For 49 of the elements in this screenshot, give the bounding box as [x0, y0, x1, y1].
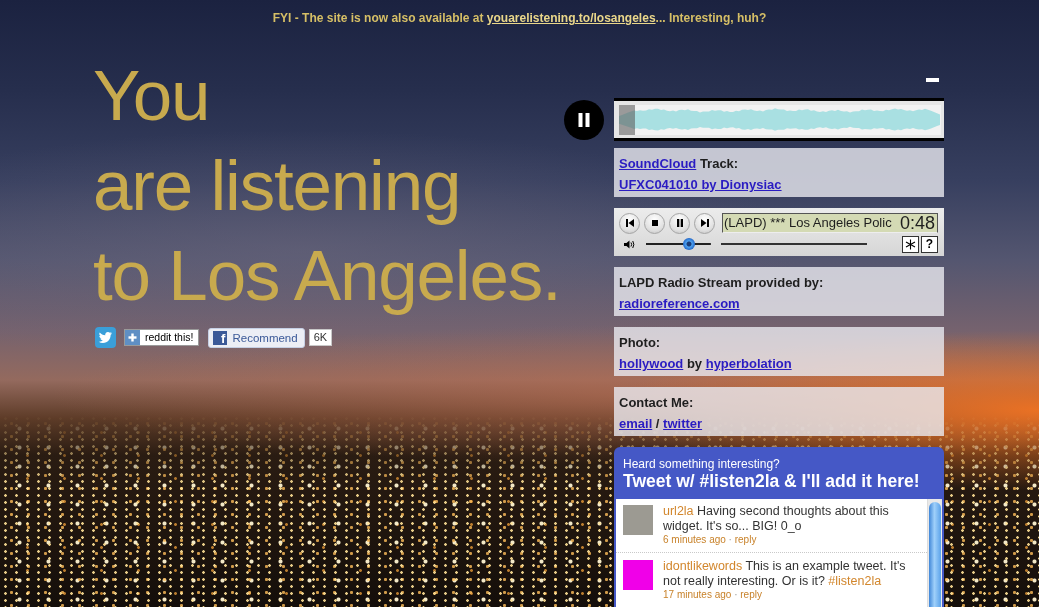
reply-link[interactable]: reply — [734, 534, 757, 545]
credit-text: SoundCloud Track: — [619, 155, 739, 173]
asterisk-icon — [905, 238, 917, 250]
f-logo: f — [213, 330, 228, 345]
help-button[interactable]: ? — [921, 235, 938, 253]
site-link[interactable]: youarelistening.to/losangeles — [486, 11, 656, 25]
previous-button[interactable] — [619, 212, 640, 234]
tweet-text: idontlikewords This is an example tweet. It's not really interesting. Or is it? #listen2la — [663, 559, 907, 589]
credit-text: hollywood by hyperbolation — [619, 355, 792, 373]
skip-back-icon — [625, 219, 634, 227]
reply-link[interactable]: reply — [740, 589, 762, 600]
headline: You are listening to Los Angeles. — [93, 55, 561, 317]
waveform-track[interactable] — [619, 105, 941, 135]
stop-icon — [650, 219, 659, 227]
text-link[interactable]: email — [619, 416, 653, 431]
next-button[interactable] — [694, 212, 715, 234]
speaker-icon[interactable] — [624, 239, 635, 249]
station-text: (LAPD) *** Los Angeles Polic — [724, 214, 892, 232]
text-link[interactable]: hyperbolation — [705, 356, 792, 371]
skip-forward-icon — [700, 219, 709, 227]
recommend-button[interactable]: f Recommend — [208, 327, 305, 348]
announcement-text: FYI - The site is now also available at youarelistening.to/losangeles... Interesting, huh? — [272, 10, 767, 26]
time-link[interactable]: 17 minutes ago — [663, 589, 732, 600]
time-link[interactable]: 6 minutes ago — [663, 534, 726, 545]
pause-icon — [675, 219, 684, 227]
text-link[interactable]: twitter — [663, 416, 703, 431]
slider-thumb[interactable] — [682, 238, 695, 250]
credit-text: email / twitter — [619, 415, 703, 433]
credit-text: Photo: — [619, 334, 661, 352]
text-link[interactable]: radioreference.com — [619, 296, 740, 311]
reddit-button[interactable]: reddit this! — [124, 329, 200, 346]
tweet-meta: 17 minutes ago · reply — [663, 589, 762, 601]
tweet-text: url2la Having second thoughts about this widget. It's so... BIG! 0_o — [663, 504, 890, 534]
plus-icon — [125, 330, 140, 345]
credit-text: LAPD Radio Stream provided by: — [619, 274, 824, 292]
tweet-meta: 6 minutes ago · reply — [663, 534, 757, 546]
text-link[interactable]: SoundCloud — [619, 156, 697, 171]
time-text: 0:48 — [899, 214, 935, 232]
text-link[interactable]: hollywood — [619, 356, 684, 371]
pause-icon — [578, 112, 590, 127]
scrollbar[interactable] — [927, 499, 942, 607]
recommend-count: 6K — [308, 329, 333, 346]
credit-text: Contact Me: — [619, 394, 694, 412]
pause-button[interactable] — [669, 212, 690, 234]
stop-button[interactable] — [644, 212, 665, 234]
widget-subtitle: Heard something interesting? — [623, 457, 780, 471]
popup-button[interactable] — [902, 235, 920, 253]
text-link[interactable]: UFXC041010 by Dionysiac — [619, 177, 782, 192]
widget-title: Tweet w/ #listen2la & I'll add it here! — [623, 471, 920, 491]
